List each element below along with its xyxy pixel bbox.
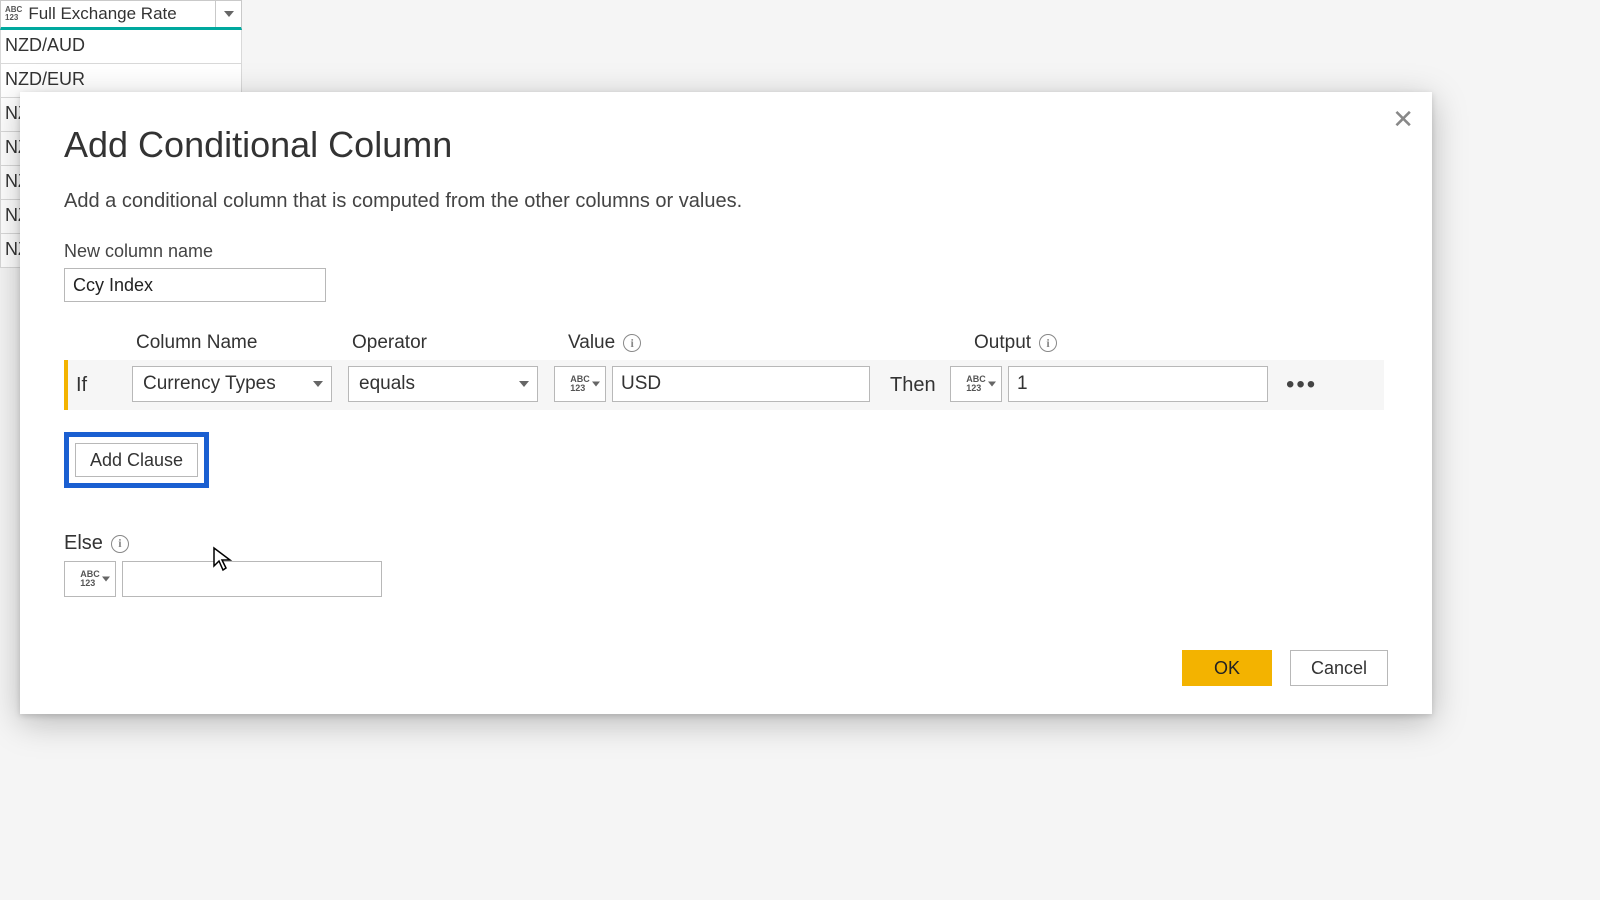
else-type-dropdown[interactable]: ABC 123 <box>64 561 116 597</box>
value-input[interactable] <box>612 366 870 402</box>
more-options-icon[interactable]: ••• <box>1286 366 1317 404</box>
add-clause-button[interactable]: Add Clause <box>75 443 198 477</box>
header-operator: Operator <box>352 332 568 354</box>
new-column-name-label: New column name <box>64 241 1388 262</box>
abc123-icon: ABC 123 <box>570 375 590 393</box>
chevron-down-icon <box>102 577 110 582</box>
table-row[interactable]: NZD/AUD <box>0 30 242 64</box>
info-icon[interactable]: i <box>623 334 641 352</box>
abc123-icon: ABC 123 <box>80 570 100 588</box>
info-icon[interactable]: i <box>1039 334 1057 352</box>
column-name-dropdown[interactable]: Currency Types <box>132 366 332 402</box>
chevron-down-icon <box>988 382 996 387</box>
header-column-name: Column Name <box>136 332 352 354</box>
cancel-button[interactable]: Cancel <box>1290 650 1388 686</box>
else-section: Else i ABC 123 <box>64 532 1388 597</box>
header-output: Output <box>974 332 1031 354</box>
chevron-down-icon <box>592 382 600 387</box>
column-header[interactable]: ABC 123 Full Exchange Rate <box>0 0 242 30</box>
dialog-title: Add Conditional Column <box>64 124 1388 166</box>
add-conditional-column-dialog: ✕ Add Conditional Column Add a condition… <box>20 92 1432 714</box>
close-icon[interactable]: ✕ <box>1392 106 1414 132</box>
chevron-down-icon <box>224 11 234 17</box>
chevron-down-icon <box>519 381 529 387</box>
abc123-icon: ABC 123 <box>966 375 986 393</box>
then-label: Then <box>890 366 950 404</box>
else-label-text: Else <box>64 532 103 555</box>
column-header-text: Full Exchange Rate <box>28 4 176 24</box>
output-input[interactable] <box>1008 366 1268 402</box>
new-column-name-input[interactable] <box>64 268 326 302</box>
clause-headers: Column Name Operator Value i Output i <box>64 332 1388 354</box>
column-type-icon: ABC 123 <box>5 6 22 22</box>
dialog-subtitle: Add a conditional column that is compute… <box>64 190 1388 213</box>
dialog-footer: OK Cancel <box>1182 650 1388 686</box>
info-icon[interactable]: i <box>111 535 129 553</box>
clause-row: If Currency Types equals ABC 123 Then AB… <box>64 360 1384 410</box>
chevron-down-icon <box>313 381 323 387</box>
value-type-dropdown[interactable]: ABC 123 <box>554 366 606 402</box>
column-filter-dropdown[interactable] <box>215 1 241 27</box>
operator-dropdown[interactable]: equals <box>348 366 538 402</box>
ok-button[interactable]: OK <box>1182 650 1272 686</box>
else-input[interactable] <box>122 561 382 597</box>
add-clause-highlight: Add Clause <box>64 432 209 488</box>
output-type-dropdown[interactable]: ABC 123 <box>950 366 1002 402</box>
if-label: If <box>72 366 132 404</box>
header-value: Value <box>568 332 615 354</box>
